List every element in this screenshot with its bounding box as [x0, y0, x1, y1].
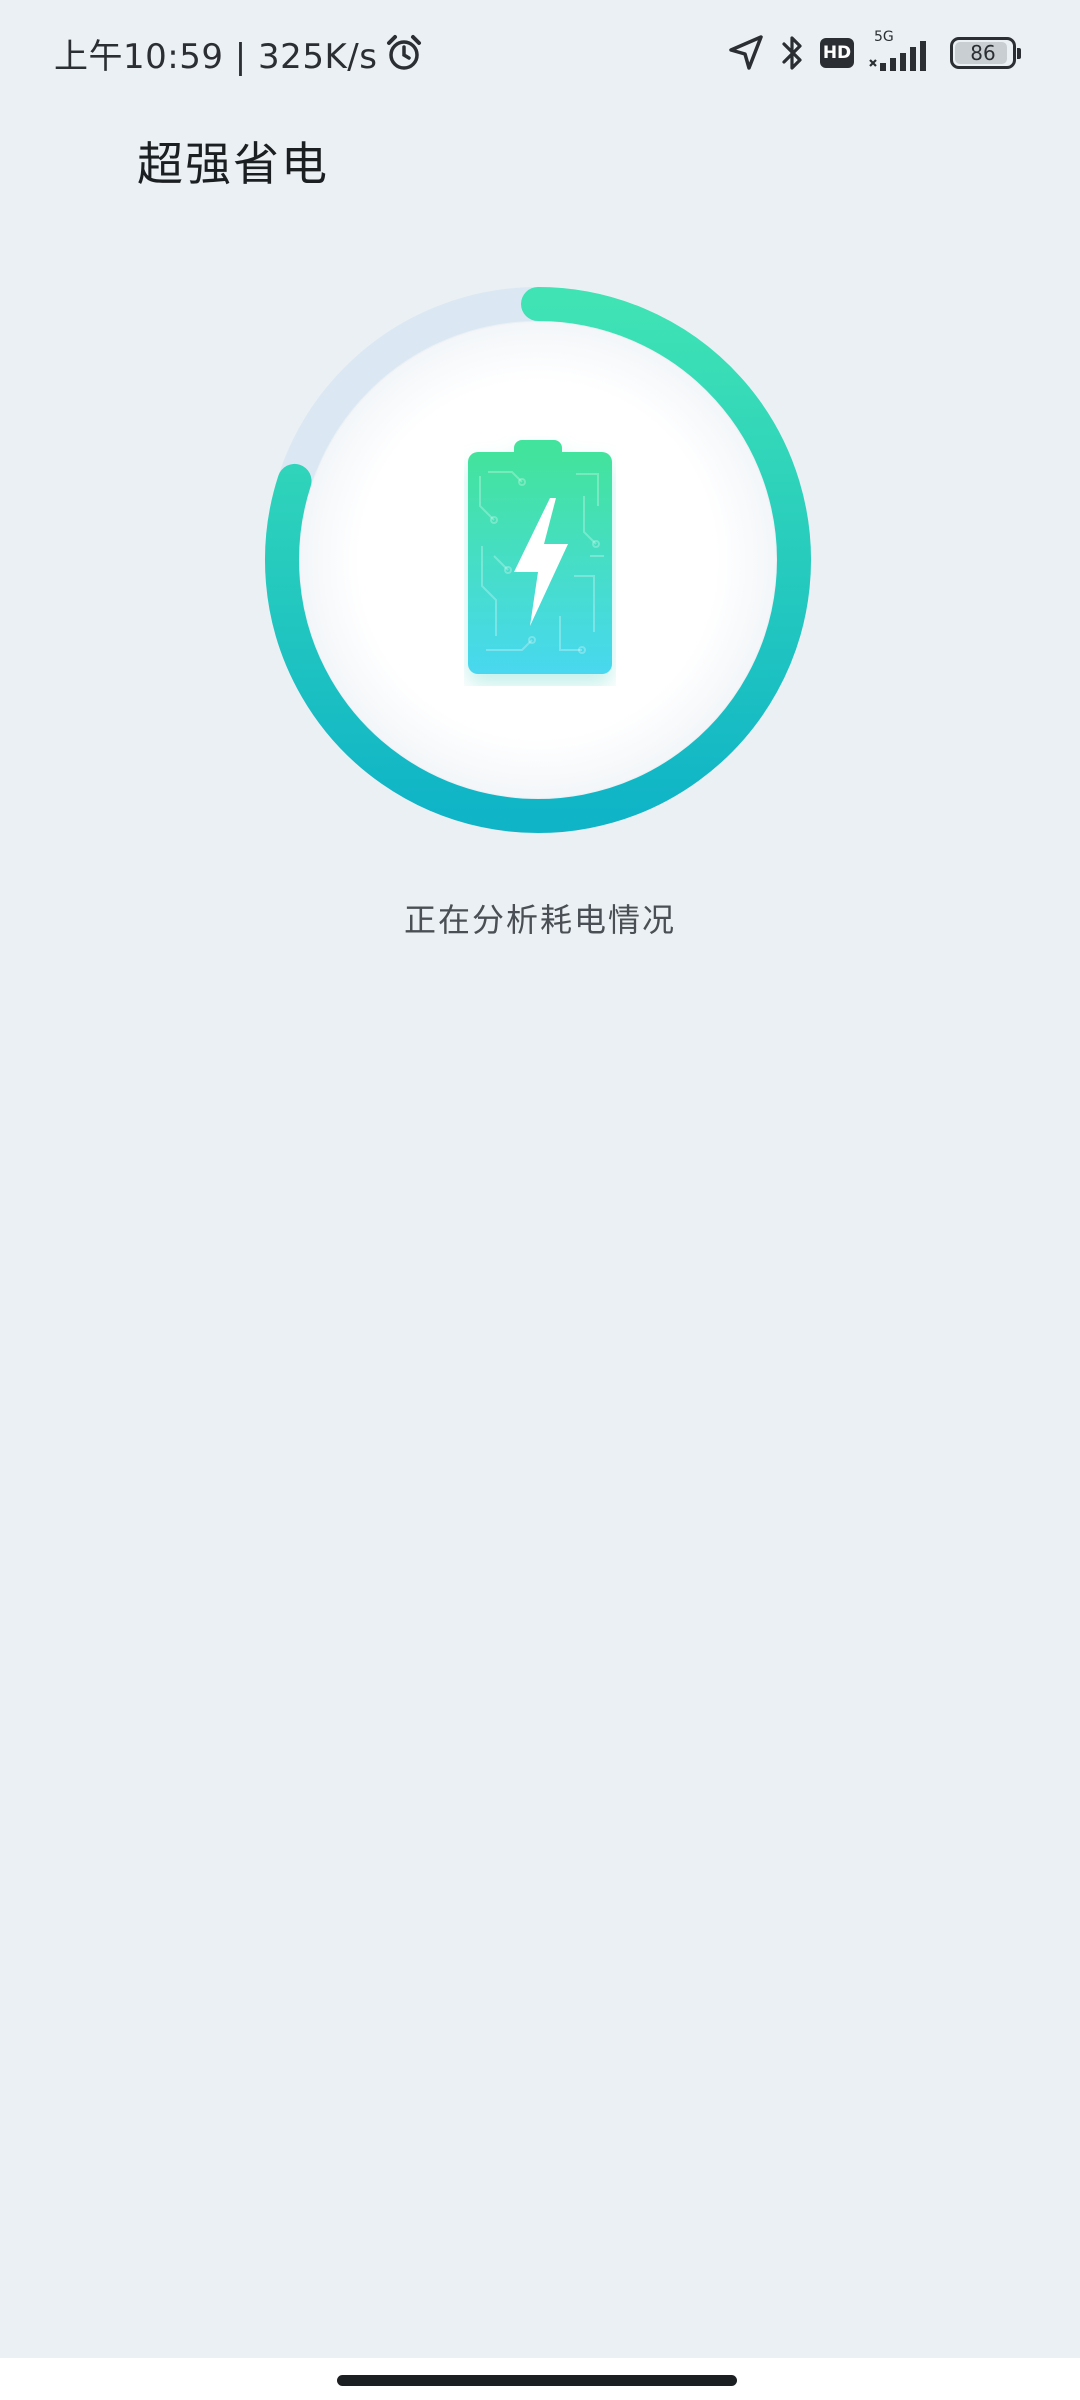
- navigation-area: [0, 2358, 1080, 2400]
- gesture-handle[interactable]: [337, 2375, 737, 2386]
- status-time: 上午10:59 | 325K/s: [54, 36, 378, 77]
- bluetooth-icon: [782, 36, 802, 70]
- status-right: HD 5G 86: [726, 28, 1021, 78]
- hd-badge: HD: [820, 38, 854, 68]
- alarm-clock-icon: [387, 35, 422, 70]
- battery-level: 86: [970, 41, 996, 65]
- status-message: 正在分析耗电情况: [403, 901, 676, 939]
- location-arrow-icon: [729, 35, 763, 70]
- battery-charging-icon: [468, 440, 612, 674]
- status-bar: 上午10:59 | 325K/s HD 5G 86: [0, 0, 1080, 104]
- signal-group: 5G: [868, 29, 936, 73]
- status-left: 上午10:59 | 325K/s: [54, 28, 425, 78]
- page-title: 超强省电: [137, 137, 329, 191]
- battery-icon: 86: [950, 37, 1021, 69]
- cellular-signal-icon: [869, 41, 926, 71]
